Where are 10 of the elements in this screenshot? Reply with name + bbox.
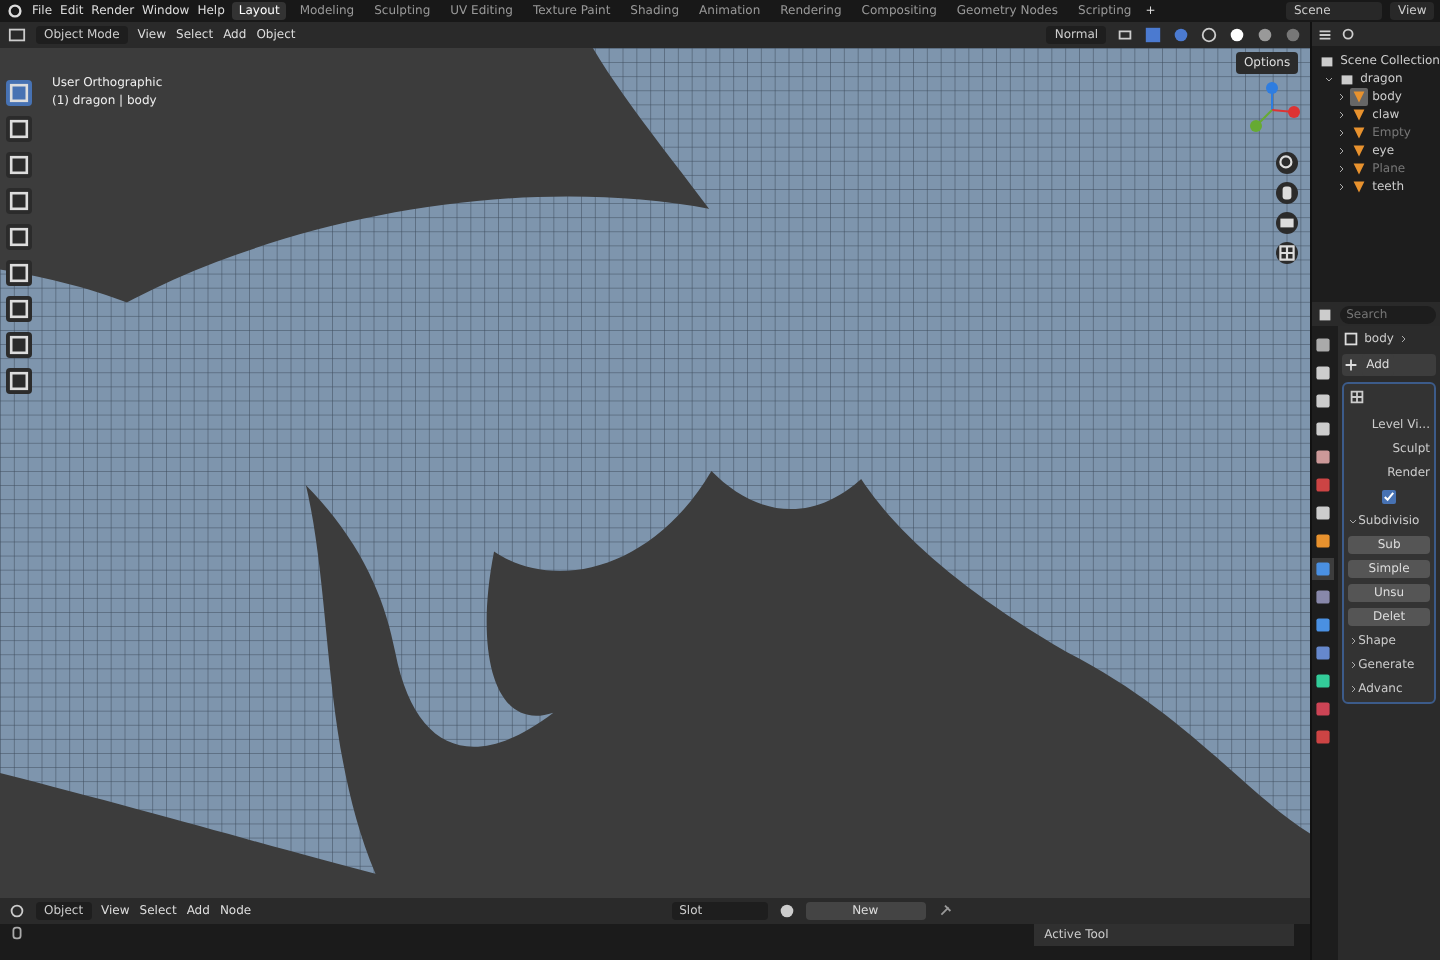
modifier-icon bbox=[1348, 388, 1367, 406]
pin-icon[interactable] bbox=[935, 902, 954, 920]
mouse-icon bbox=[8, 924, 26, 942]
display-mode-icon[interactable] bbox=[1316, 25, 1335, 43]
checkbox[interactable] bbox=[1382, 490, 1397, 504]
select-box-icon[interactable] bbox=[6, 80, 32, 106]
solid-shading-icon[interactable] bbox=[1228, 26, 1247, 44]
material-sphere-icon[interactable] bbox=[777, 902, 796, 920]
plus-icon bbox=[1342, 356, 1361, 374]
wireframe-shading-icon[interactable] bbox=[1200, 26, 1219, 44]
